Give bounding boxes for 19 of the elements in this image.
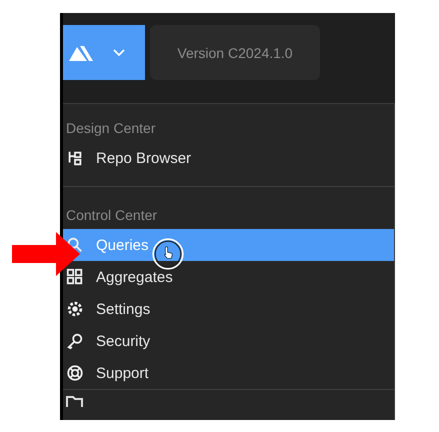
settings-icon xyxy=(66,300,84,318)
key-icon xyxy=(66,332,84,350)
nav-item[interactable]: Support xyxy=(63,357,394,389)
search-icon xyxy=(66,236,84,254)
grid-icon xyxy=(66,268,84,286)
cursor-ring-drawing xyxy=(152,238,184,270)
nav-item[interactable]: Security xyxy=(63,325,394,357)
app-switcher-button[interactable] xyxy=(63,25,145,80)
nav-item[interactable]: Repo Browser xyxy=(63,142,394,174)
folder-icon xyxy=(66,395,84,407)
nav-item[interactable]: Aggregates xyxy=(63,261,394,293)
version-label: Version C2024.1.0 xyxy=(150,25,320,80)
lifebuoy-icon xyxy=(66,364,84,382)
chevron-icon xyxy=(113,48,125,56)
section-title: Design Center xyxy=(65,119,156,138)
section-title: Control Center xyxy=(65,206,158,225)
branch-icon xyxy=(66,149,84,167)
pointer-arrow xyxy=(12,232,80,276)
nav-item[interactable]: Settings xyxy=(63,293,394,325)
